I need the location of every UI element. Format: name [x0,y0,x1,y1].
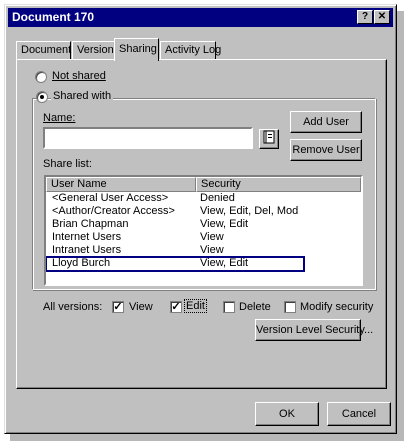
tab-sharing-label: Sharing [119,43,157,55]
tab-version-label: Version [77,44,114,56]
shared-with-label[interactable]: Shared with [51,90,114,102]
remove-user-button[interactable]: Remove User [290,139,362,161]
shared-with-text: Shared with [53,90,112,102]
add-user-button[interactable]: Add User [290,111,362,133]
tab-sharing[interactable]: Sharing [114,38,159,61]
row-user-name: <General User Access> [52,192,169,204]
row-security: View [200,244,224,256]
tab-document-label: Document [21,44,72,56]
not-shared-text: Not shared [52,70,106,82]
edit-checkbox[interactable]: ✓ [170,301,182,313]
document-properties-dialog: Document 170 ? ✕ Document Version Sharin… [4,4,397,434]
column-header-user-name[interactable]: User Name [46,177,196,192]
view-checkbox-label[interactable]: View [129,301,153,313]
ok-button[interactable]: OK [255,402,319,426]
not-shared-radio[interactable] [35,71,47,83]
table-row[interactable]: Internet Users View [46,231,361,244]
row-security: Denied [200,192,235,204]
column-header-security-label: Security [201,178,241,190]
table-row[interactable]: Brian Chapman View, Edit [46,218,361,231]
address-book-button[interactable] [259,129,279,149]
share-list[interactable]: User Name Security <General User Access>… [44,175,363,286]
tab-activity-log[interactable]: Activity Log [160,41,221,60]
share-list-label: Share list: [43,158,92,170]
column-header-security[interactable]: Security [196,177,361,192]
name-label-text: Name: [43,112,76,124]
help-button[interactable]: ? [357,10,373,24]
row-security: View [200,231,224,243]
all-versions-label: All versions: [43,301,102,313]
view-label-text: View [129,301,153,313]
tab-version[interactable]: Version [72,41,115,60]
table-row[interactable]: Lloyd Burch View, Edit [46,256,305,272]
name-input[interactable] [43,127,253,149]
all-versions-text: All versions: [43,301,103,313]
version-level-security-button[interactable]: Version Level Security... [255,319,373,341]
edit-label-text: Edit [186,300,205,312]
table-row[interactable]: Intranet Users View [46,244,361,257]
tab-activity-log-label: Activity Log [165,44,222,56]
table-row[interactable]: <General User Access> Denied [46,192,361,205]
tab-document[interactable]: Document [16,41,71,60]
delete-checkbox[interactable] [223,301,235,313]
modify-security-label-text: Modify security [300,301,374,313]
shared-with-radio[interactable] [36,91,48,103]
window-title: Document 170 [12,10,95,24]
close-button[interactable]: ✕ [374,10,390,24]
table-row[interactable]: <Author/Creator Access> View, Edit, Del,… [46,205,361,218]
column-header-user-name-label: User Name [51,178,107,190]
row-user-name: Brian Chapman [52,218,129,230]
not-shared-label[interactable]: Not shared [52,70,106,82]
add-user-label: Add User [303,116,349,128]
edit-checkbox-label[interactable]: Edit [184,299,207,313]
modify-security-checkbox-label[interactable]: Modify security [300,301,373,313]
row-user-name: <Author/Creator Access> [52,205,175,217]
title-bar: Document 170 ? ✕ [8,8,393,27]
share-list-label-text: Share list: [43,158,92,170]
help-icon: ? [361,11,369,22]
row-user-name: Lloyd Burch [52,257,111,269]
delete-checkbox-label[interactable]: Delete [239,301,271,313]
view-checkbox[interactable]: ✓ [112,301,124,313]
row-user-name: Internet Users [52,231,122,243]
ok-label: OK [279,408,295,420]
close-icon: ✕ [377,11,387,22]
row-security: View, Edit [200,257,249,269]
row-user-name: Intranet Users [52,244,122,256]
cancel-label: Cancel [341,408,377,420]
book-icon [262,130,276,147]
modify-security-checkbox[interactable] [284,301,296,313]
delete-label-text: Delete [239,301,271,313]
version-level-security-label: Version Level Security... [256,324,374,336]
row-security: View, Edit [200,218,249,230]
remove-user-label: Remove User [292,144,360,156]
row-security: View, Edit, Del, Mod [200,205,299,217]
cancel-button[interactable]: Cancel [327,402,391,426]
name-label: Name: [43,112,75,124]
